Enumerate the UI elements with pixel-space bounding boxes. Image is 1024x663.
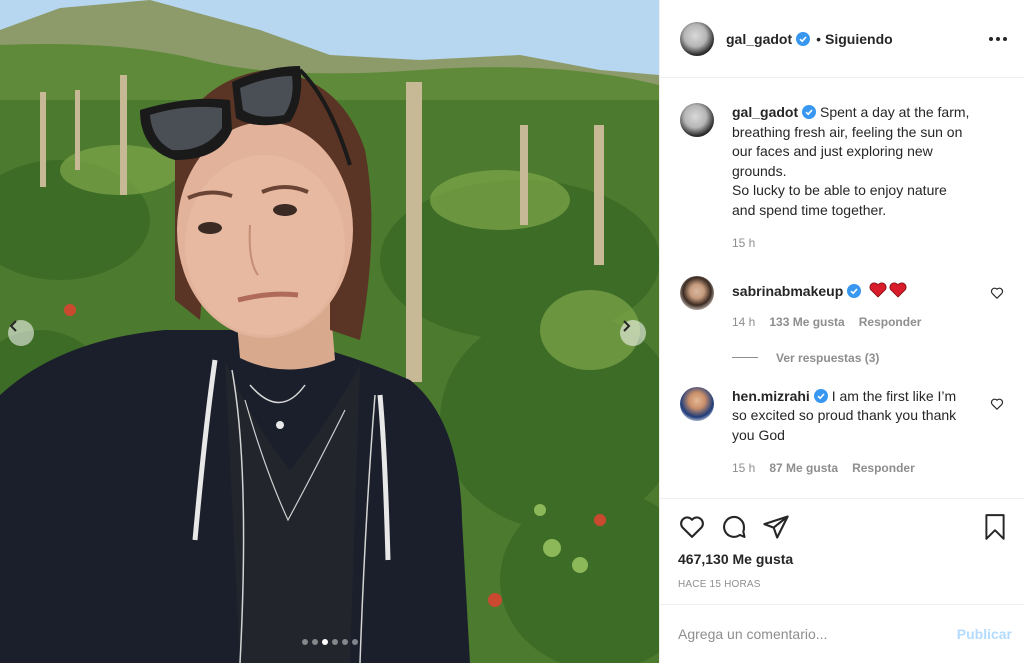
heart-icon[interactable] — [990, 286, 1004, 300]
view-replies-label: Ver respuestas (3) — [776, 350, 880, 365]
carousel-dot — [351, 639, 358, 645]
comment-input[interactable]: Agrega un comentario... — [678, 626, 957, 642]
chevron-left-icon — [9, 320, 17, 332]
caption-avatar[interactable] — [680, 103, 714, 137]
carousel-dot — [321, 639, 328, 645]
post-actions: 467,130 Me gusta HACE 15 HORAS — [660, 498, 1024, 604]
caption: gal_gadot Spent a day at the farm, breat… — [680, 103, 1004, 254]
verified-badge-icon — [796, 31, 811, 46]
photo-illustration — [0, 0, 659, 663]
heart-icon[interactable] — [678, 513, 706, 541]
comment-username[interactable]: sabrinabmakeup — [732, 283, 843, 299]
commenter-avatar[interactable] — [680, 275, 714, 310]
likes-count[interactable]: 467,130 Me gusta — [678, 551, 1008, 567]
comment-time[interactable]: 15 h — [732, 459, 755, 479]
share-icon[interactable] — [762, 513, 790, 541]
author-username[interactable]: gal_gadot — [726, 31, 792, 47]
post-side-panel: gal_gadot • Siguiendo gal_gadot Spent a … — [659, 0, 1024, 663]
post-timestamp[interactable]: HACE 15 HORAS — [678, 579, 1008, 590]
comment-username[interactable]: hen.mizrahi — [732, 388, 810, 404]
comment-likes[interactable]: 87 Me gusta — [769, 459, 838, 479]
comment-item: hen.mizrahi I am the first like I’m so e… — [680, 386, 1004, 479]
next-photo-button[interactable] — [620, 320, 646, 346]
author-avatar[interactable] — [680, 21, 714, 56]
post-header: gal_gadot • Siguiendo — [660, 0, 1024, 78]
more-options-icon — [989, 36, 993, 41]
verified-badge-icon — [802, 105, 817, 119]
caption-time[interactable]: 15 h — [732, 234, 755, 254]
previous-photo-button[interactable] — [8, 320, 34, 346]
publish-button[interactable]: Publicar — [957, 626, 1012, 642]
commenter-avatar[interactable] — [680, 386, 714, 421]
carousel-dot — [331, 639, 338, 645]
post-photo[interactable] — [0, 0, 659, 663]
carousel-indicator — [0, 639, 659, 645]
view-replies-button[interactable]: Ver respuestas (3) — [732, 351, 1004, 365]
comments-list: gal_gadot Spent a day at the farm, breat… — [660, 79, 1024, 498]
carousel-dot — [311, 639, 318, 645]
comment-icon[interactable] — [720, 513, 748, 541]
replies-divider — [732, 357, 758, 358]
comment-item: sabrinabmakeup 14 h 133 Me gusta Respond… — [680, 275, 1004, 333]
caption-username[interactable]: gal_gadot — [732, 104, 798, 120]
add-comment-bar: Agrega un comentario... Publicar — [660, 604, 1024, 663]
caption-text-2: So lucky to be able to enjoy nature and … — [732, 182, 947, 218]
verified-badge-icon — [813, 388, 828, 403]
reply-button[interactable]: Responder — [852, 459, 915, 479]
red-heart-emoji-icon — [869, 282, 907, 298]
comment-likes[interactable]: 133 Me gusta — [769, 313, 844, 333]
verified-badge-icon — [847, 283, 862, 298]
header-separator: • — [816, 30, 822, 47]
bookmark-icon[interactable] — [982, 513, 1008, 541]
reply-button[interactable]: Responder — [859, 313, 922, 333]
chevron-right-icon — [623, 320, 631, 332]
following-button[interactable]: Siguiendo — [825, 31, 893, 47]
carousel-dot — [341, 639, 348, 645]
more-options-button[interactable] — [986, 27, 1010, 51]
heart-icon[interactable] — [990, 397, 1004, 411]
carousel-dot — [301, 639, 308, 645]
comment-time[interactable]: 14 h — [732, 313, 755, 333]
